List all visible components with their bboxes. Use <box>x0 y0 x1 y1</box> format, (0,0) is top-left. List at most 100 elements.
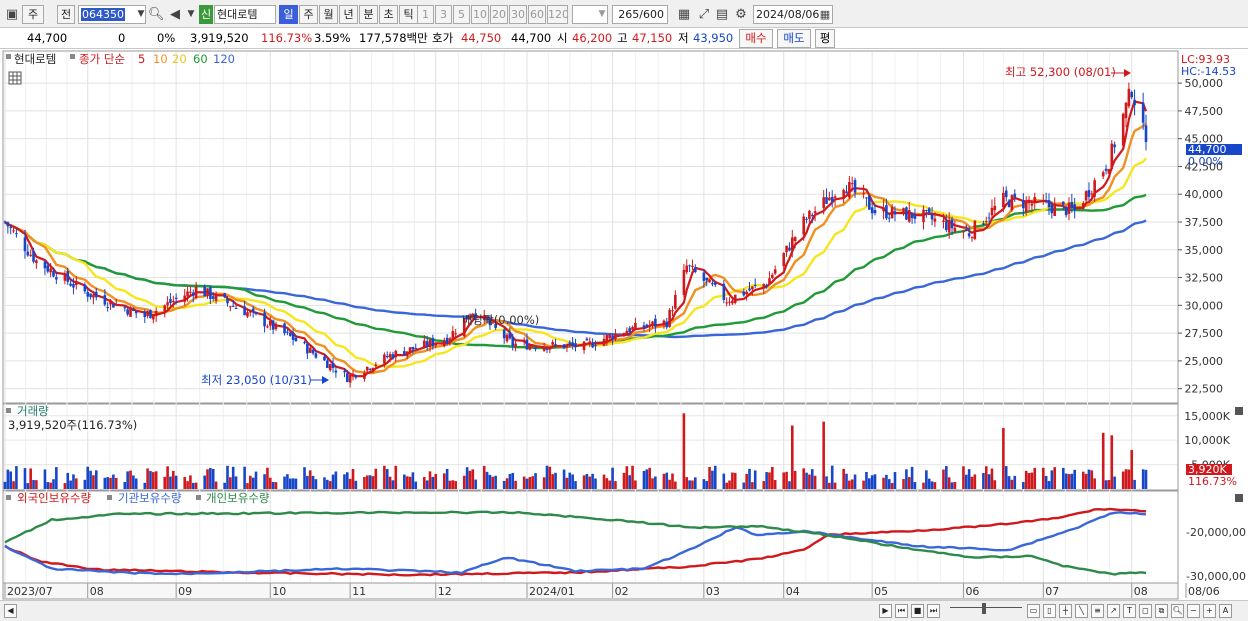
shape-icon[interactable]: ◻ <box>1139 604 1152 618</box>
period-button-2[interactable]: 월 <box>319 5 338 24</box>
price-change: 0 <box>118 31 126 45</box>
volume-bar <box>425 480 429 489</box>
price-y-tick: 45,000 <box>1185 133 1224 146</box>
prev-button[interactable]: 전 <box>57 5 75 24</box>
candle-body <box>788 247 791 251</box>
gear-icon[interactable]: ⚙ <box>733 6 749 23</box>
last-page-button[interactable]: ⏭ <box>927 604 940 618</box>
interval-button-1[interactable]: 1 <box>417 5 434 24</box>
data-table-icon[interactable] <box>8 71 22 85</box>
period-button-3[interactable]: 년 <box>339 5 358 24</box>
candle-body <box>1064 206 1068 216</box>
candle-count-input[interactable]: 265/600 <box>612 5 668 24</box>
candle-body <box>885 205 888 219</box>
volume-bar <box>842 468 845 489</box>
x-tick-label: 04 <box>786 585 800 598</box>
volume-bar <box>323 477 326 489</box>
layout2-icon[interactable]: ▯ <box>1043 604 1056 618</box>
volume-bar <box>808 474 811 489</box>
sell-button[interactable]: 매도 <box>777 29 811 48</box>
volume-bar <box>514 480 517 489</box>
candle-body <box>171 301 175 303</box>
candle-body <box>391 354 395 359</box>
candle-body <box>211 296 215 299</box>
volume-bar <box>89 470 92 489</box>
zoom-slider[interactable] <box>950 607 1022 611</box>
zoom-in-icon[interactable]: + <box>1203 604 1216 618</box>
candle-body <box>825 197 828 204</box>
candle-body <box>354 375 358 378</box>
interval-button-60[interactable]: 60 <box>528 5 546 24</box>
stock-name-field[interactable]: 현대로템 <box>214 5 276 24</box>
chart-area[interactable]: 현대로템 종가 단순 5 10 20 60 120 LC:93.93 HC:-1… <box>0 50 1248 601</box>
period-button-0[interactable]: 일 <box>279 5 298 24</box>
market-type-dropdown[interactable]: 주 <box>22 5 44 24</box>
interval-button-5[interactable]: 5 <box>453 5 470 24</box>
interval-button-3[interactable]: 3 <box>435 5 452 24</box>
volume-bar <box>970 476 974 489</box>
volume-panel-close-icon[interactable] <box>1235 407 1243 415</box>
save-icon[interactable]: ▤ <box>714 6 730 23</box>
period-button-4[interactable]: 분 <box>359 5 378 24</box>
code-dropdown-icon[interactable]: ▼ <box>133 6 149 23</box>
candle-body <box>802 216 805 235</box>
x-tick-label: 08 <box>1134 585 1148 598</box>
period-button-6[interactable]: 틱 <box>399 5 418 24</box>
draw-tool-icon[interactable]: ⤢ <box>696 6 712 23</box>
candle-body <box>114 304 118 306</box>
stop-button[interactable]: ■ <box>911 604 924 618</box>
font-size-icon[interactable]: A <box>1219 604 1232 618</box>
crosshair-icon[interactable]: ┼ <box>1059 604 1072 618</box>
speaker-icon[interactable]: ◀ <box>167 6 183 23</box>
candle-body <box>394 350 398 358</box>
volume-bar <box>1024 470 1028 489</box>
candle-body <box>1024 200 1028 213</box>
candle-body <box>1042 200 1045 202</box>
sound-dropdown-icon[interactable]: ▼ <box>183 6 199 23</box>
chart-settings-icon[interactable]: ▣ <box>4 6 20 23</box>
volume-bar <box>947 477 951 489</box>
volume-bar <box>967 469 971 489</box>
volume-bar <box>451 480 455 489</box>
trendline-icon[interactable]: ╲ <box>1075 604 1088 618</box>
holding-panel-close-icon[interactable] <box>1235 494 1243 502</box>
chart-canvas[interactable]: 현대로템 종가 단순 5 10 20 60 120 LC:93.93 HC:-1… <box>0 50 1248 601</box>
search-icon[interactable]: 🔍︎ <box>148 6 165 23</box>
layout-icon[interactable]: ▭ <box>1027 604 1040 618</box>
volume-bar <box>850 479 854 489</box>
period-button-1[interactable]: 주 <box>299 5 318 24</box>
interval-button-120[interactable]: 120 <box>547 5 568 24</box>
volume-bar <box>1027 473 1031 489</box>
volume-bar <box>485 471 489 489</box>
average-button[interactable]: 평 <box>815 29 835 48</box>
first-page-button[interactable]: ⏮ <box>895 604 908 618</box>
calendar-icon[interactable]: ▦ <box>817 6 833 23</box>
interval-button-10[interactable]: 10 <box>471 5 489 24</box>
volume-bar <box>984 466 988 489</box>
interval-button-20[interactable]: 20 <box>490 5 508 24</box>
arrow-icon[interactable]: ↗ <box>1107 604 1120 618</box>
scroll-right-button[interactable]: ▶ <box>879 604 892 618</box>
buy-button[interactable]: 매수 <box>739 29 773 48</box>
interval-button-30[interactable]: 30 <box>509 5 527 24</box>
fibonacci-icon[interactable]: ≡ <box>1091 604 1104 618</box>
copy-icon[interactable]: ⧉ <box>1155 604 1168 618</box>
scroll-bar-area[interactable]: ◀ ▶ ⏮ ■ ⏭ ▭ ▯ ┼ ╲ ≡ ↗ T ◻ ⧉ 🔍︎ − + A <box>0 600 1248 621</box>
volume-bar <box>35 480 38 489</box>
interval-dropdown-icon[interactable]: ▼ <box>594 6 610 23</box>
indicator-icon[interactable]: ▦ <box>676 6 692 23</box>
candle-body <box>1022 200 1025 209</box>
volume-bar <box>870 475 874 489</box>
text-tool-icon[interactable]: T <box>1123 604 1136 618</box>
period-button-5[interactable]: 초 <box>379 5 398 24</box>
zoom-slider-thumb[interactable] <box>982 603 986 614</box>
candle-body <box>134 310 138 314</box>
zoom-out-icon[interactable]: − <box>1187 604 1200 618</box>
candle-body <box>405 351 409 357</box>
candle-body <box>348 374 352 383</box>
search-zoom-icon[interactable]: 🔍︎ <box>1171 604 1184 618</box>
ma120-label: 120 <box>213 52 235 66</box>
volume-bar <box>562 469 566 489</box>
scroll-left-button[interactable]: ◀ <box>4 604 17 618</box>
volume-bar <box>191 482 195 489</box>
